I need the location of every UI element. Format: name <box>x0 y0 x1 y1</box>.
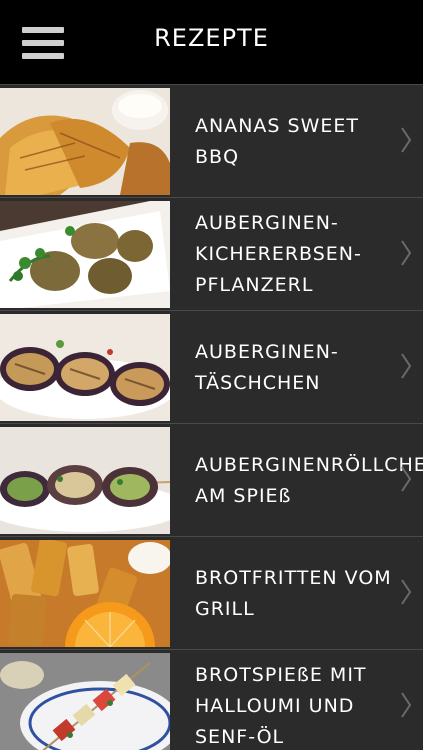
chevron-right-icon <box>401 692 412 718</box>
page-title: REZEPTE <box>154 24 269 52</box>
chevron-right-icon <box>401 353 412 379</box>
recipe-thumbnail <box>0 653 170 750</box>
recipe-title: AUBERGINEN- TÄSCHCHEN <box>195 340 339 394</box>
nav-bar: REZEPTE <box>0 0 423 84</box>
recipe-title: BROTFRITTEN VOM GRILL <box>195 566 392 620</box>
recipe-row-brotspiesse-mit-halloumi-und-senf-oel[interactable]: BROTSPIEßE MIT HALLOUMI UND SENF-ÖL <box>0 649 423 750</box>
recipe-thumbnail <box>0 314 170 421</box>
chevron-right-icon <box>401 127 412 153</box>
recipe-thumbnail <box>0 427 170 534</box>
recipe-title: AUBERGINENRÖLLCHEN AM SPIEß <box>195 453 423 507</box>
recipe-row-auberginen-kichererbsen-pflanzerl[interactable]: AUBERGINEN- KICHERERBSEN- PFLANZERL <box>0 197 423 310</box>
recipe-row-auberginenroellchen-am-spiess[interactable]: AUBERGINENRÖLLCHEN AM SPIEß <box>0 423 423 536</box>
chevron-right-icon <box>401 579 412 605</box>
recipe-row-brotfritten-vom-grill[interactable]: BROTFRITTEN VOM GRILL <box>0 536 423 649</box>
app-screen: REZEPTE ANANAS SWEET BBQ AUBERGINEN- KIC… <box>0 0 423 750</box>
recipe-thumbnail <box>0 201 170 308</box>
recipe-row-auberginen-taeschchen[interactable]: AUBERGINEN- TÄSCHCHEN <box>0 310 423 423</box>
recipe-list: ANANAS SWEET BBQ AUBERGINEN- KICHERERBSE… <box>0 84 423 750</box>
recipe-title: BROTSPIEßE MIT HALLOUMI UND SENF-ÖL <box>195 664 367 748</box>
recipe-title: AUBERGINEN- KICHERERBSEN- PFLANZERL <box>195 212 362 296</box>
recipe-thumbnail <box>0 540 170 647</box>
recipe-thumbnail <box>0 88 170 195</box>
recipe-title: ANANAS SWEET BBQ <box>195 114 359 168</box>
recipe-row-ananas-sweet-bbq[interactable]: ANANAS SWEET BBQ <box>0 84 423 197</box>
chevron-right-icon <box>401 466 412 492</box>
chevron-right-icon <box>401 240 412 266</box>
